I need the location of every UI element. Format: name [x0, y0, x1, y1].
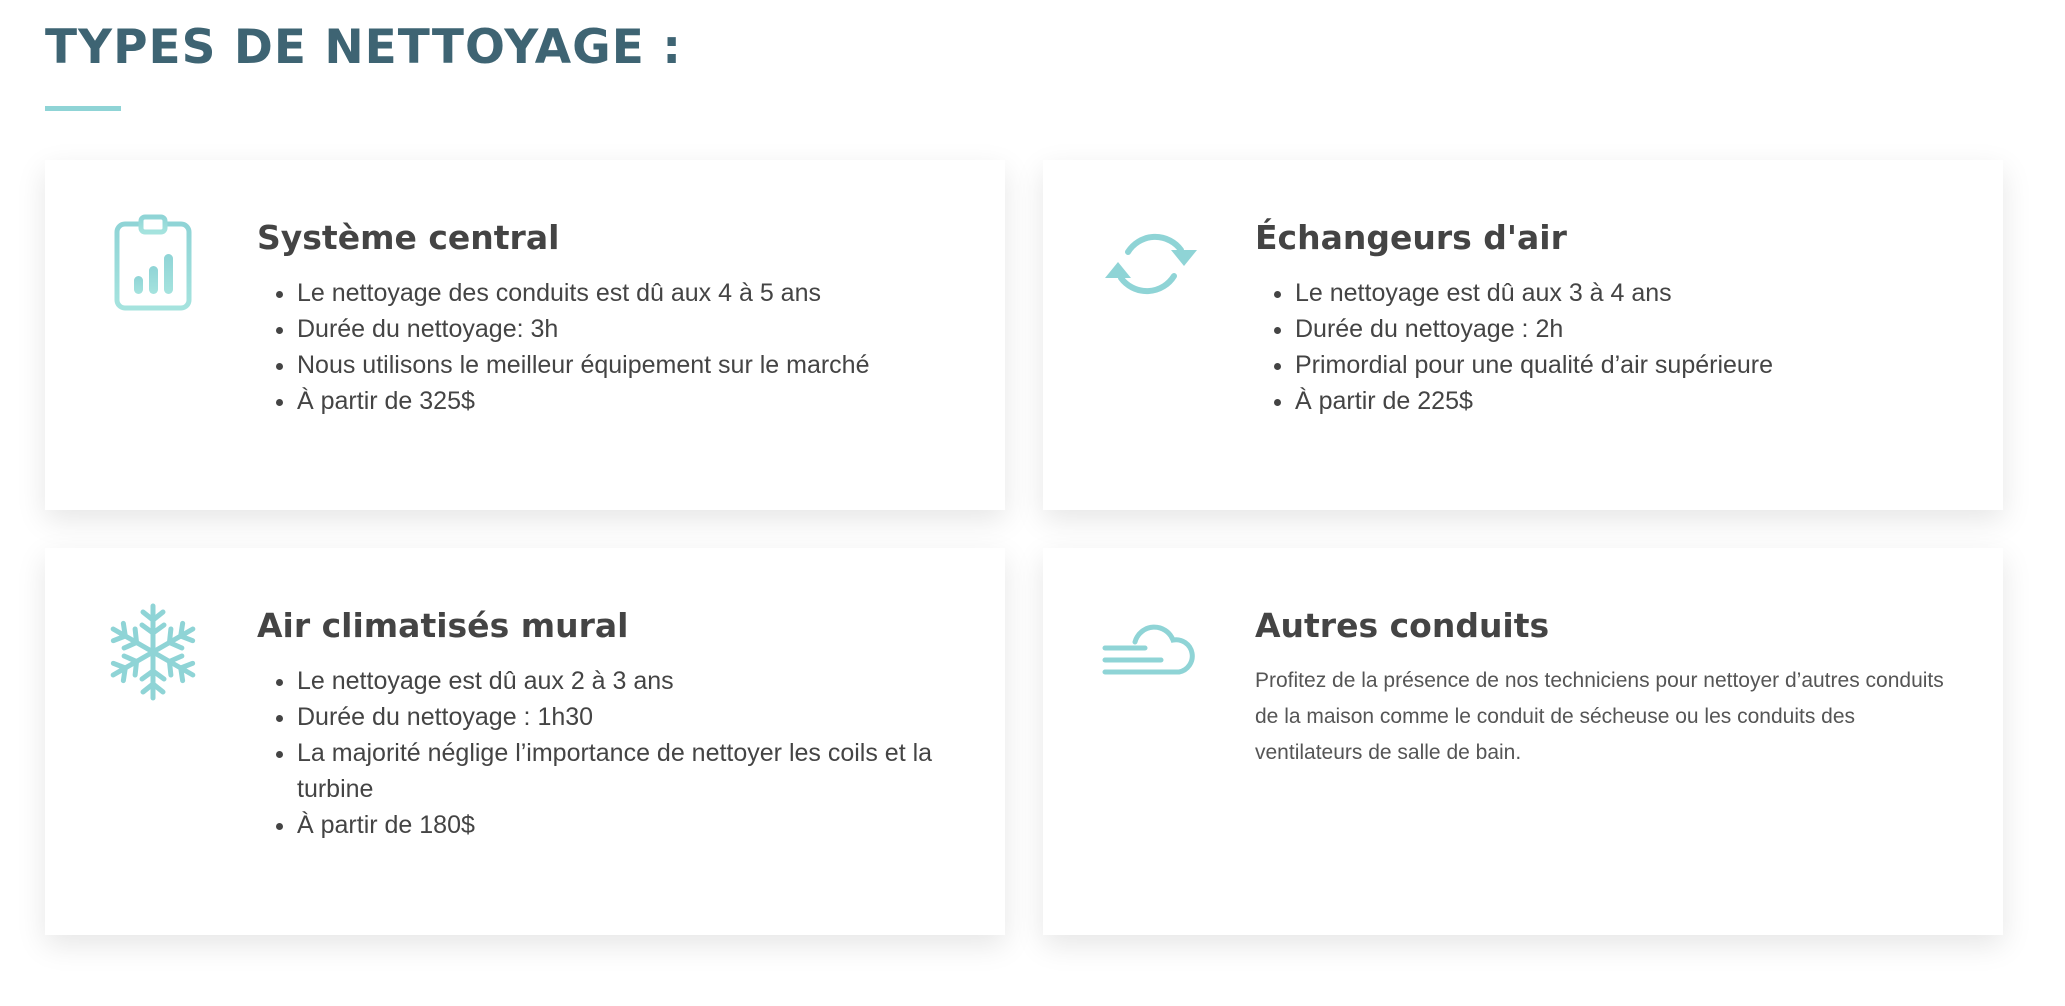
card-feature-list: Le nettoyage est dû aux 3 à 4 ans Durée …	[1255, 275, 1963, 419]
list-item: À partir de 325$	[297, 383, 965, 419]
card-title: Autres conduits	[1255, 606, 1550, 645]
card-title: Système central	[257, 218, 560, 257]
service-card-air-climatise: Air climatisés mural Le nettoyage est dû…	[45, 548, 1005, 935]
card-body: Air climatisés mural Le nettoyage est dû…	[257, 606, 965, 843]
list-item: Le nettoyage des conduits est dû aux 4 à…	[297, 275, 965, 311]
service-card-echangeurs-air: Échangeurs d'air Le nettoyage est dû aux…	[1043, 160, 2003, 510]
card-feature-list: Le nettoyage des conduits est dû aux 4 à…	[257, 275, 965, 419]
snowflake-icon	[103, 602, 203, 702]
card-body: Échangeurs d'air Le nettoyage est dû aux…	[1255, 218, 1963, 419]
service-card-systeme-central: Système central Le nettoyage des conduit…	[45, 160, 1005, 510]
card-title: Air climatisés mural	[257, 606, 629, 645]
refresh-arrows-icon	[1101, 214, 1201, 314]
list-item: Durée du nettoyage : 1h30	[297, 699, 965, 735]
card-title: Échangeurs d'air	[1255, 218, 1567, 257]
card-feature-list: Le nettoyage est dû aux 2 à 3 ans Durée …	[257, 663, 965, 843]
page-title: TYPES DE NETTOYAGE :	[45, 20, 683, 75]
list-item: Nous utilisons le meilleur équipement su…	[297, 347, 965, 383]
card-body: Autres conduits Profitez de la présence …	[1255, 606, 1963, 771]
list-item: Durée du nettoyage: 3h	[297, 311, 965, 347]
title-underline	[45, 106, 121, 111]
service-card-autres-conduits: Autres conduits Profitez de la présence …	[1043, 548, 2003, 935]
list-item: La majorité néglige l’importance de nett…	[297, 735, 965, 807]
list-item: Durée du nettoyage : 2h	[1295, 311, 1963, 347]
clipboard-chart-icon	[103, 214, 203, 314]
list-item: Le nettoyage est dû aux 2 à 3 ans	[297, 663, 965, 699]
cloud-wind-icon	[1101, 602, 1201, 702]
card-description: Profitez de la présence de nos technicie…	[1255, 669, 1944, 764]
list-item: Primordial pour une qualité d’air supéri…	[1295, 347, 1963, 383]
list-item: Le nettoyage est dû aux 3 à 4 ans	[1295, 275, 1963, 311]
list-item: À partir de 225$	[1295, 383, 1963, 419]
card-body: Système central Le nettoyage des conduit…	[257, 218, 965, 419]
list-item: À partir de 180$	[297, 807, 965, 843]
